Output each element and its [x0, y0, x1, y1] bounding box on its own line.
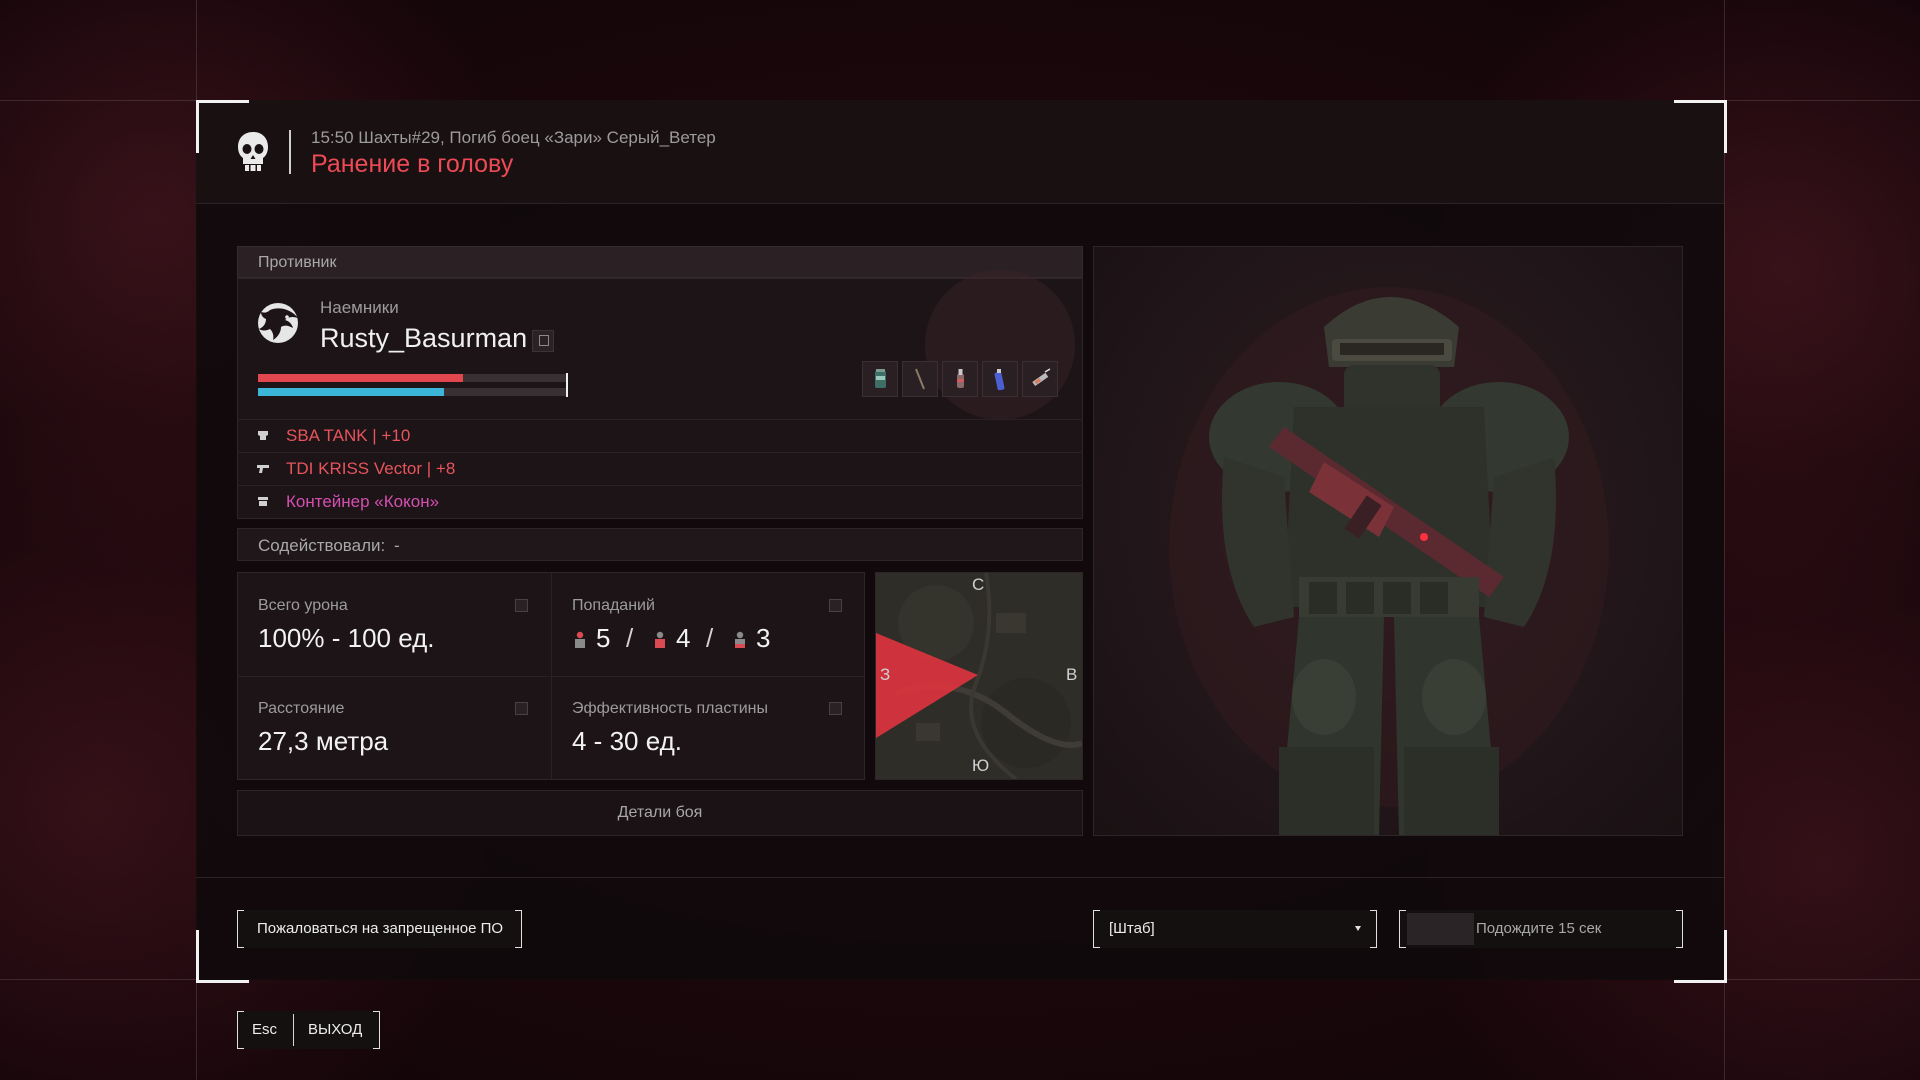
enemy-character-preview [1093, 246, 1683, 836]
frame-corner [196, 100, 249, 153]
distance-label: Расстояние [258, 700, 345, 717]
chevron-down-icon [1355, 926, 1361, 931]
armor-bar-fill [258, 388, 444, 396]
quick-slot[interactable] [942, 361, 978, 397]
hits-separator: / [706, 623, 714, 653]
equipment-text: Контейнер «Кокон» [286, 492, 440, 511]
health-bar-fill [258, 374, 463, 382]
footer-divider [196, 877, 1724, 878]
minimap-south: Ю [972, 756, 990, 775]
esc-separator [293, 1014, 294, 1046]
minimap-east: В [1066, 665, 1078, 684]
help-icon[interactable] [515, 599, 528, 612]
esc-key-hint: Esc [252, 1021, 278, 1038]
frame-corner [1674, 100, 1727, 153]
spray-icon [994, 369, 1005, 391]
equipment-text: TDI KRISS Vector | +8 [286, 459, 456, 478]
minimap-terrain [876, 573, 1082, 779]
equipment-container[interactable]: Контейнер «Кокон» [237, 485, 1083, 518]
hits-separator: / [626, 623, 634, 653]
syringe-icon [1032, 368, 1051, 387]
quick-slot[interactable] [982, 361, 1018, 397]
respawn-point-value: [Штаб] [1109, 920, 1155, 937]
body-limbs-icon [735, 631, 745, 648]
exit-label: ВЫХОД [308, 1021, 363, 1038]
bottle-icon [957, 369, 964, 388]
assist-label: Содействовали: [258, 536, 386, 555]
report-cheat-button[interactable]: Пожаловаться на запрещенное ПО [237, 910, 522, 948]
help-icon[interactable] [829, 702, 842, 715]
armor-icon [258, 431, 268, 440]
help-icon[interactable] [829, 599, 842, 612]
assist-value: - [394, 536, 400, 555]
body-head-icon [575, 631, 585, 648]
head-hits: 5 [596, 623, 611, 653]
frame-corner [196, 930, 249, 983]
event-line: 15:50 Шахты#29, Погиб боец «Зари» Серый_… [311, 128, 716, 147]
distance-value: 27,3 метра [258, 726, 389, 756]
combat-stats: Всего урона 100% - 100 ед. Попаданий 5 /… [237, 572, 865, 780]
battle-details-button[interactable]: Детали боя [237, 790, 1083, 836]
wait-progress-fill [1407, 913, 1474, 945]
hits-label: Попаданий [572, 597, 655, 614]
respawn-point-select[interactable]: [Штаб] [1093, 910, 1377, 948]
exit-button[interactable]: Esc ВЫХОД [237, 1011, 380, 1049]
enemy-player-name: Rusty_Basurman [320, 323, 528, 353]
eagle-icon [258, 303, 298, 343]
equipment-text: SBA TANK | +10 [286, 426, 411, 445]
equipment-weapon[interactable]: TDI KRISS Vector | +8 [237, 452, 1083, 485]
limbs-hits: 3 [756, 623, 771, 653]
quick-slot[interactable] [1022, 361, 1058, 397]
armored-soldier-image [1169, 287, 1609, 835]
copy-name-button[interactable] [532, 330, 554, 352]
kill-minimap: С Ю З В [875, 572, 1083, 780]
enemy-section-title: Противник [258, 254, 337, 271]
minimap-west: З [880, 665, 891, 684]
canister-icon [875, 369, 886, 388]
quick-slot[interactable] [902, 361, 938, 397]
plate-value: 4 - 30 ед. [572, 726, 682, 756]
damage-label: Всего урона [258, 597, 348, 614]
quick-slot[interactable] [862, 361, 898, 397]
torso-hits: 4 [676, 623, 691, 653]
wait-respawn-button[interactable]: Подождите 15 сек [1399, 910, 1683, 948]
armor-bar [258, 388, 568, 396]
equipment-armor[interactable]: SBA TANK | +10 [237, 419, 1083, 452]
assist-row: Содействовали: - [237, 528, 1083, 561]
battle-details-label: Детали боя [617, 804, 703, 821]
body-torso-icon [655, 631, 665, 648]
help-icon[interactable] [515, 702, 528, 715]
wait-respawn-label: Подождите 15 сек [1476, 920, 1602, 937]
bar-end-marker [566, 373, 568, 397]
death-cause: Ранение в голову [311, 150, 514, 178]
damage-value: 100% - 100 ед. [258, 623, 435, 653]
stick-icon [915, 368, 925, 390]
container-icon [258, 497, 268, 506]
header-divider [289, 130, 291, 174]
report-cheat-label: Пожаловаться на запрещенное ПО [257, 920, 504, 937]
minimap-north: С [972, 575, 985, 594]
frame-line [1724, 0, 1725, 1080]
rifle-icon [257, 465, 269, 473]
frame-corner [1674, 930, 1727, 983]
health-bar [258, 374, 568, 382]
enemy-section-header: Противник [237, 246, 1083, 278]
hits-breakdown: 5 / 4 / 3 [572, 623, 832, 655]
stats-divider [238, 676, 864, 677]
plate-label: Эффективность пластины [572, 700, 769, 717]
enemy-faction: Наемники [320, 298, 399, 317]
